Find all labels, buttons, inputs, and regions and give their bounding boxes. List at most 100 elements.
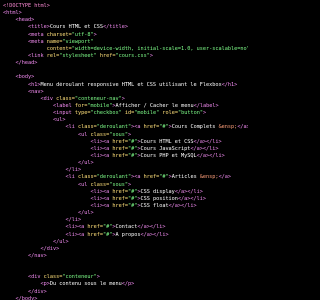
code-token: content= bbox=[46, 45, 72, 52]
code-token: class= bbox=[43, 274, 63, 281]
code-token: &ensp; bbox=[199, 174, 219, 181]
code-token: Menu déroulant responsive HTML et CSS ut… bbox=[40, 81, 222, 88]
code-token: for= bbox=[74, 102, 88, 109]
code-token: class= bbox=[77, 174, 97, 181]
code-token: id= bbox=[121, 110, 135, 117]
code-token: "cours.css" bbox=[115, 52, 150, 59]
code-token: Contact bbox=[115, 224, 138, 231]
code-token: CSS display bbox=[140, 188, 175, 195]
code-token: "#" bbox=[127, 195, 138, 202]
code-token: href= bbox=[112, 202, 128, 209]
code-token: "#" bbox=[159, 124, 169, 131]
code-token: "#" bbox=[102, 231, 113, 238]
code-token: </body> bbox=[15, 295, 38, 300]
code-token: "viewport" bbox=[62, 38, 94, 45]
code-line: <li><a href="#">A propos</a></li> bbox=[3, 232, 248, 239]
code-token: </a> bbox=[218, 174, 232, 181]
code-line: <li><a href="#">CSS float</a></li> bbox=[3, 203, 248, 210]
code-line: <head> bbox=[3, 17, 248, 24]
code-line: </head> bbox=[3, 60, 248, 67]
code-token: </a></li> bbox=[140, 231, 169, 238]
code-token: <li><a bbox=[90, 145, 113, 152]
code-token: Cours HTML et CSS bbox=[49, 24, 103, 31]
code-token: </a> bbox=[237, 124, 248, 131]
code-token: <li><a bbox=[90, 152, 113, 159]
code-token: <ul> bbox=[52, 117, 66, 124]
code-token: </ul> bbox=[77, 210, 94, 217]
code-token: "checkbox" bbox=[90, 110, 122, 117]
code-line: </ul> bbox=[3, 239, 248, 246]
code-token: href= bbox=[112, 152, 128, 159]
code-token: <head> bbox=[15, 17, 35, 24]
code-line: <!DOCTYPE html> bbox=[3, 3, 248, 10]
code-line: <li><a href="#">Cours HTML et CSS</a></l… bbox=[3, 139, 248, 146]
code-token: CSS position bbox=[140, 195, 178, 202]
code-token: "#" bbox=[127, 145, 138, 152]
code-line: <li class="deroulant"><a href="#">Articl… bbox=[3, 174, 248, 181]
code-line: <label for="mobile">Afficher / Cacher le… bbox=[3, 103, 248, 110]
code-token: </nav> bbox=[28, 252, 47, 259]
code-line: <h1>Menu déroulant responsive HTML et CS… bbox=[3, 82, 248, 89]
code-token: href= bbox=[87, 231, 103, 238]
code-token: <li><a bbox=[90, 138, 113, 145]
code-token: <p> bbox=[40, 281, 50, 288]
code-line: </div> bbox=[3, 246, 248, 253]
code-token: rel= bbox=[46, 52, 60, 59]
code-lines: <!DOCTYPE html> <html> <head> <title>Cour… bbox=[3, 3, 248, 300]
code-token: </li> bbox=[65, 217, 82, 224]
code-token: charset= bbox=[46, 31, 72, 38]
code-line: </li> bbox=[3, 217, 248, 224]
code-line: </div> bbox=[3, 289, 248, 296]
code-token: "#" bbox=[127, 202, 138, 209]
code-token: class= bbox=[56, 95, 75, 102]
code-line: </ul> bbox=[3, 210, 248, 217]
code-token: &ensp; bbox=[218, 124, 238, 131]
code-token: </li> bbox=[65, 167, 82, 174]
code-token: class= bbox=[77, 124, 97, 131]
code-token: Articles bbox=[171, 174, 200, 181]
code-token: > bbox=[202, 110, 207, 117]
code-token: "mobile" bbox=[134, 110, 160, 117]
code-line: <ul class="sous"> bbox=[3, 182, 248, 189]
code-token: <meta bbox=[28, 38, 47, 45]
code-token: href= bbox=[112, 138, 128, 145]
code-token: <li><a bbox=[90, 202, 113, 209]
code-token: <input bbox=[52, 110, 75, 117]
code-token: > bbox=[121, 95, 125, 102]
code-token: </ul> bbox=[77, 160, 94, 167]
code-token: Cours PHP et MySQL bbox=[140, 152, 197, 159]
code-token: "stylesheet" bbox=[59, 52, 97, 59]
code-token: Cours HTML et CSS bbox=[140, 138, 194, 145]
code-token: </div> bbox=[28, 288, 47, 295]
code-token: Afficher / Cacher le menu bbox=[115, 102, 194, 109]
code-token: ><a bbox=[131, 174, 144, 181]
code-token: href= bbox=[112, 145, 128, 152]
code-token: href= bbox=[143, 174, 160, 181]
code-token: </a></li> bbox=[193, 138, 222, 145]
code-token: </h1> bbox=[221, 81, 238, 88]
code-token: "conteneur-nav" bbox=[74, 95, 122, 102]
code-token: "deroulant" bbox=[96, 124, 132, 131]
code-line: <li><a href="#">CSS display</a></li> bbox=[3, 189, 248, 196]
code-token: "conteneur" bbox=[62, 274, 97, 281]
code-token: </a></li> bbox=[190, 145, 219, 152]
code-line: </li> bbox=[3, 167, 248, 174]
code-token: Cours Complets bbox=[171, 124, 219, 131]
code-token: name= bbox=[46, 38, 63, 45]
code-line: <li><a href="#">Contact</a></li> bbox=[3, 224, 248, 231]
code-token: "#" bbox=[102, 224, 113, 231]
code-token: <ul bbox=[77, 131, 91, 138]
code-line: <div class="conteneur-nav"> bbox=[3, 96, 248, 103]
